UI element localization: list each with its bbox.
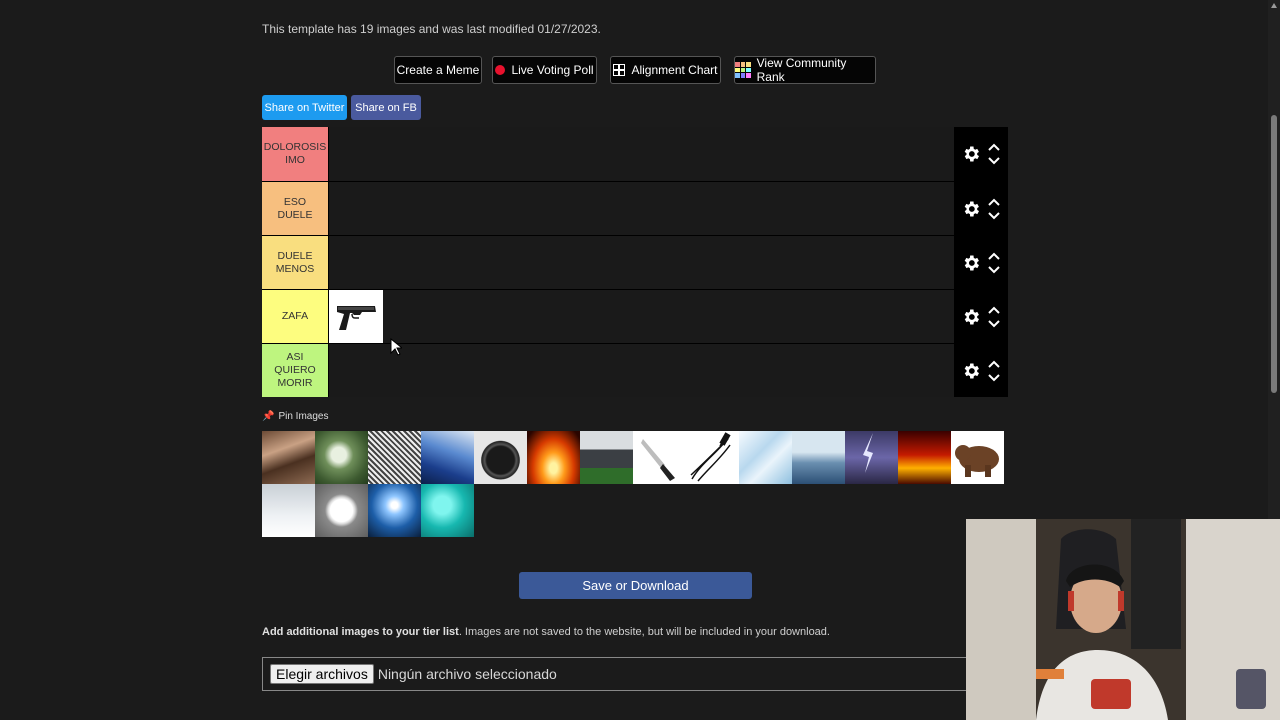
mouse-cursor-icon (390, 338, 402, 356)
tier-controls (954, 236, 1008, 289)
share-twitter-button[interactable]: Share on Twitter (262, 95, 347, 120)
pool-image-engraving[interactable] (368, 431, 421, 484)
chevron-down-icon[interactable] (987, 319, 1001, 328)
tier-label[interactable]: DOLOROSIS IMO (262, 127, 329, 181)
tier-items[interactable] (329, 236, 954, 289)
tier-controls (954, 344, 1008, 397)
view-community-rank-button[interactable]: View Community Rank (734, 56, 876, 84)
tier-label[interactable]: DUELE MENOS (262, 236, 329, 289)
pool-image-blue-liquid[interactable] (421, 431, 474, 484)
alignment-label: Alignment Chart (631, 63, 718, 77)
create-meme-label: Create a Meme (396, 63, 480, 77)
pool-image-frying-pan[interactable] (474, 431, 527, 484)
pool-image-snow[interactable] (262, 484, 315, 537)
pool-image-green-figure[interactable] (315, 431, 368, 484)
pool-image-fire[interactable] (527, 431, 580, 484)
chevron-down-icon[interactable] (987, 265, 1001, 274)
tier-label[interactable]: ASI QUIERO MORIR (262, 344, 329, 397)
template-info: This template has 19 images and was last… (262, 22, 601, 36)
chevron-up-icon[interactable] (987, 306, 1001, 315)
pool-image-lava-figure[interactable] (898, 431, 951, 484)
gear-icon[interactable] (961, 361, 981, 381)
tier-row: ZAFA (262, 289, 1008, 343)
tier-items[interactable] (329, 127, 954, 181)
chevron-down-icon[interactable] (987, 156, 1001, 165)
pool-image-shark[interactable] (792, 431, 845, 484)
gear-icon[interactable] (961, 144, 981, 164)
tier-row: ESO DUELE (262, 181, 1008, 235)
add-images-text: Add additional images to your tier list.… (262, 626, 830, 638)
tier-items[interactable] (329, 182, 954, 235)
record-dot-icon (495, 65, 506, 75)
tier-row: DOLOROSIS IMO (262, 127, 1008, 181)
scroll-thumb[interactable] (1271, 115, 1277, 393)
choose-files-button[interactable]: Elegir archivos (270, 664, 374, 684)
scroll-up-arrow-icon[interactable] (1271, 3, 1277, 8)
pistol-image[interactable] (329, 290, 383, 343)
webcam-overlay (966, 519, 1280, 720)
chevron-down-icon[interactable] (987, 211, 1001, 220)
tier-items[interactable] (329, 344, 954, 397)
pool-image-knife[interactable] (633, 431, 686, 484)
tier-controls (954, 127, 1008, 181)
pool-image-bear[interactable] (951, 431, 1004, 484)
pushpin-icon: 📌 (262, 411, 275, 422)
file-input[interactable]: Elegir archivos Ningún archivo seleccion… (262, 657, 982, 691)
pool-image-skyscraper[interactable] (368, 484, 421, 537)
tier-controls (954, 182, 1008, 235)
gear-icon[interactable] (961, 253, 981, 273)
tier-items[interactable] (329, 290, 954, 343)
grid-icon (613, 64, 626, 76)
save-download-button[interactable]: Save or Download (519, 572, 752, 599)
tier-label[interactable]: ZAFA (262, 290, 329, 343)
live-voting-poll-button[interactable]: Live Voting Poll (492, 56, 597, 84)
pool-image-turquoise-water[interactable] (421, 484, 474, 537)
pistol-icon (337, 305, 376, 330)
community-label: View Community Rank (756, 56, 847, 84)
gear-icon[interactable] (961, 307, 981, 327)
tier-controls (954, 290, 1008, 343)
image-pool (262, 431, 1010, 537)
live-poll-label: Live Voting Poll (511, 63, 594, 77)
pool-image-lightning[interactable] (845, 431, 898, 484)
share-fb-button[interactable]: Share on FB (351, 95, 421, 120)
file-status: Ningún archivo seleccionado (377, 666, 557, 682)
pool-image-crashed-car[interactable] (580, 431, 633, 484)
alignment-chart-button[interactable]: Alignment Chart (610, 56, 721, 84)
pool-image-tunnel[interactable] (262, 431, 315, 484)
add-images-bold: Add additional images to your tier list (262, 626, 459, 638)
pool-image-plate[interactable] (315, 484, 368, 537)
chevron-up-icon[interactable] (987, 198, 1001, 207)
pool-image-ice[interactable] (739, 431, 792, 484)
create-meme-button[interactable]: Create a Meme (394, 56, 482, 84)
tier-row: ASI QUIERO MORIR (262, 343, 1008, 397)
tier-list: DOLOROSIS IMO ESO DUELE DUELE MENOS ZAFA… (262, 127, 1008, 397)
chevron-up-icon[interactable] (987, 252, 1001, 261)
pin-images-toggle[interactable]: 📌 Pin Images (262, 411, 328, 422)
tier-grid-icon (735, 62, 751, 78)
pool-image-whip[interactable] (686, 431, 739, 484)
chevron-up-icon[interactable] (987, 143, 1001, 152)
chevron-down-icon[interactable] (987, 373, 1001, 382)
tier-label[interactable]: ESO DUELE (262, 182, 329, 235)
webcam-person-image (966, 519, 1280, 720)
chevron-up-icon[interactable] (987, 360, 1001, 369)
pin-images-label: Pin Images (278, 411, 329, 422)
add-images-note: . Images are not saved to the website, b… (458, 626, 830, 638)
tier-row: DUELE MENOS (262, 235, 1008, 289)
gear-icon[interactable] (961, 199, 981, 219)
